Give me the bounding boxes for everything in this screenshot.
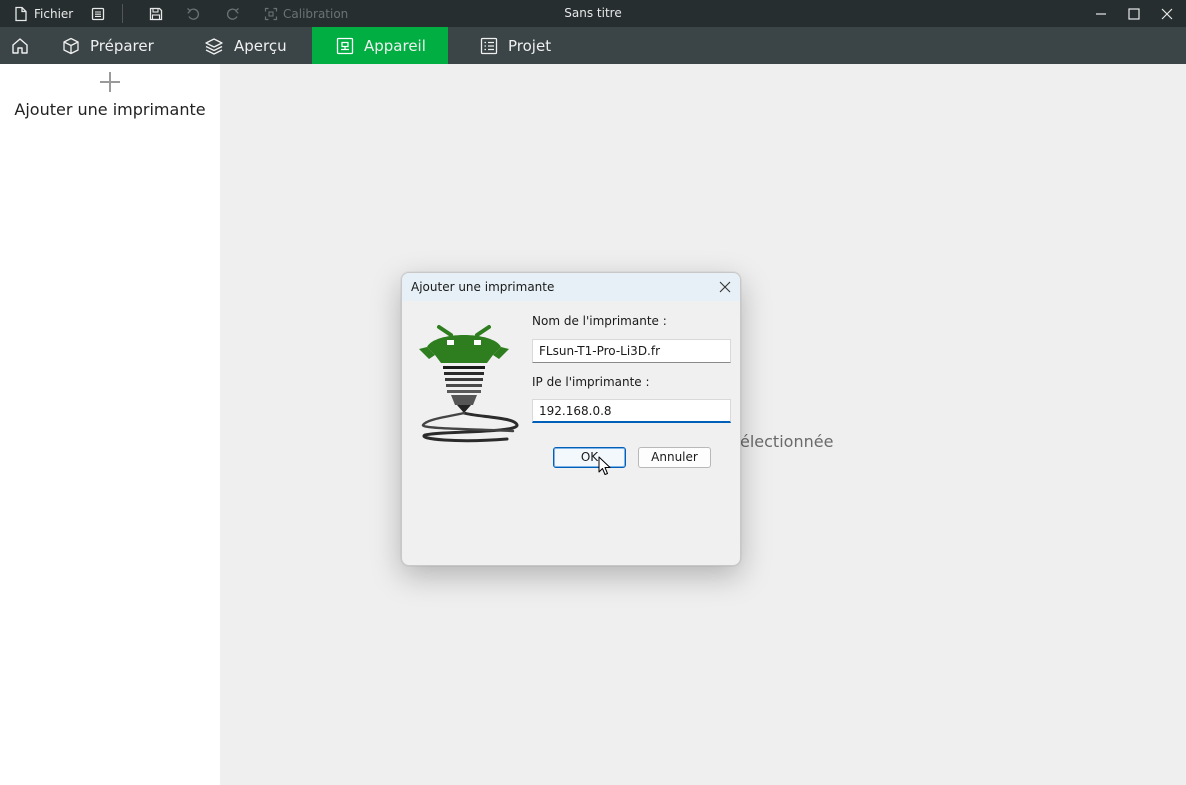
list-icon bbox=[480, 37, 498, 54]
add-printer-dialog: Ajouter une imprimante Nom de l'impriman… bbox=[401, 272, 741, 566]
dialog-close-icon[interactable] bbox=[718, 280, 732, 294]
document-lines-icon bbox=[91, 7, 105, 20]
calibration-label: Calibration bbox=[283, 6, 349, 21]
printer-ip-input[interactable] bbox=[532, 399, 731, 423]
undo-icon bbox=[187, 7, 199, 20]
minimize-icon bbox=[1096, 12, 1106, 15]
nav-bar: Préparer Aperçu Appareil Projet bbox=[0, 27, 1186, 64]
home-icon bbox=[12, 37, 28, 54]
window-title: Sans titre bbox=[564, 6, 622, 20]
redo-icon bbox=[227, 7, 239, 20]
dialog-title: Ajouter une imprimante bbox=[411, 280, 555, 294]
printer-ip-label: IP de l'imprimante : bbox=[532, 375, 650, 389]
save-icon bbox=[149, 7, 163, 20]
calibration-icon bbox=[264, 7, 278, 20]
dialog-title-bar: Ajouter une imprimante bbox=[402, 273, 740, 301]
close-icon bbox=[1161, 8, 1173, 19]
add-printer-link[interactable]: Ajouter une imprimante bbox=[0, 100, 220, 119]
printer-name-input[interactable] bbox=[532, 339, 731, 363]
cancel-button[interactable]: Annuler bbox=[638, 447, 711, 468]
cube-icon bbox=[63, 37, 79, 54]
tab-preparer-label: Préparer bbox=[90, 36, 154, 55]
printer-logo-icon bbox=[419, 325, 519, 443]
no-printer-message: électionnée bbox=[740, 432, 834, 451]
minimize-button[interactable] bbox=[1095, 0, 1107, 27]
printer-name-label: Nom de l'imprimante : bbox=[532, 314, 667, 328]
ok-button[interactable]: OK bbox=[553, 447, 626, 468]
file-menu-label: Fichier bbox=[34, 6, 74, 21]
menu-button[interactable] bbox=[91, 0, 105, 27]
redo-button[interactable] bbox=[225, 0, 240, 27]
tab-preparer[interactable]: Préparer bbox=[62, 27, 172, 64]
maximize-icon bbox=[1128, 7, 1140, 20]
maximize-button[interactable] bbox=[1128, 0, 1140, 27]
tab-apercu-label: Aperçu bbox=[234, 36, 287, 55]
file-menu[interactable]: Fichier bbox=[14, 0, 73, 27]
tab-apercu[interactable]: Aperçu bbox=[204, 27, 304, 64]
tab-appareil[interactable]: Appareil bbox=[312, 27, 448, 64]
add-printer-plus-icon[interactable] bbox=[98, 70, 122, 94]
close-window-button[interactable] bbox=[1161, 0, 1173, 27]
tab-projet-label: Projet bbox=[508, 36, 552, 55]
undo-button[interactable] bbox=[186, 0, 201, 27]
title-bar: Fichier Calibration Sans titre bbox=[0, 0, 1186, 27]
mouse-pointer-icon bbox=[598, 456, 611, 475]
home-button[interactable] bbox=[0, 27, 40, 64]
save-button[interactable] bbox=[149, 0, 163, 27]
tab-appareil-label: Appareil bbox=[364, 36, 426, 55]
calibration-button[interactable]: Calibration bbox=[264, 0, 348, 27]
layers-icon bbox=[205, 37, 223, 55]
tab-projet[interactable]: Projet bbox=[480, 27, 570, 64]
file-icon bbox=[15, 6, 27, 21]
toolbar-divider bbox=[122, 4, 123, 23]
sidebar: Ajouter une imprimante bbox=[0, 64, 220, 785]
device-icon bbox=[336, 37, 354, 54]
